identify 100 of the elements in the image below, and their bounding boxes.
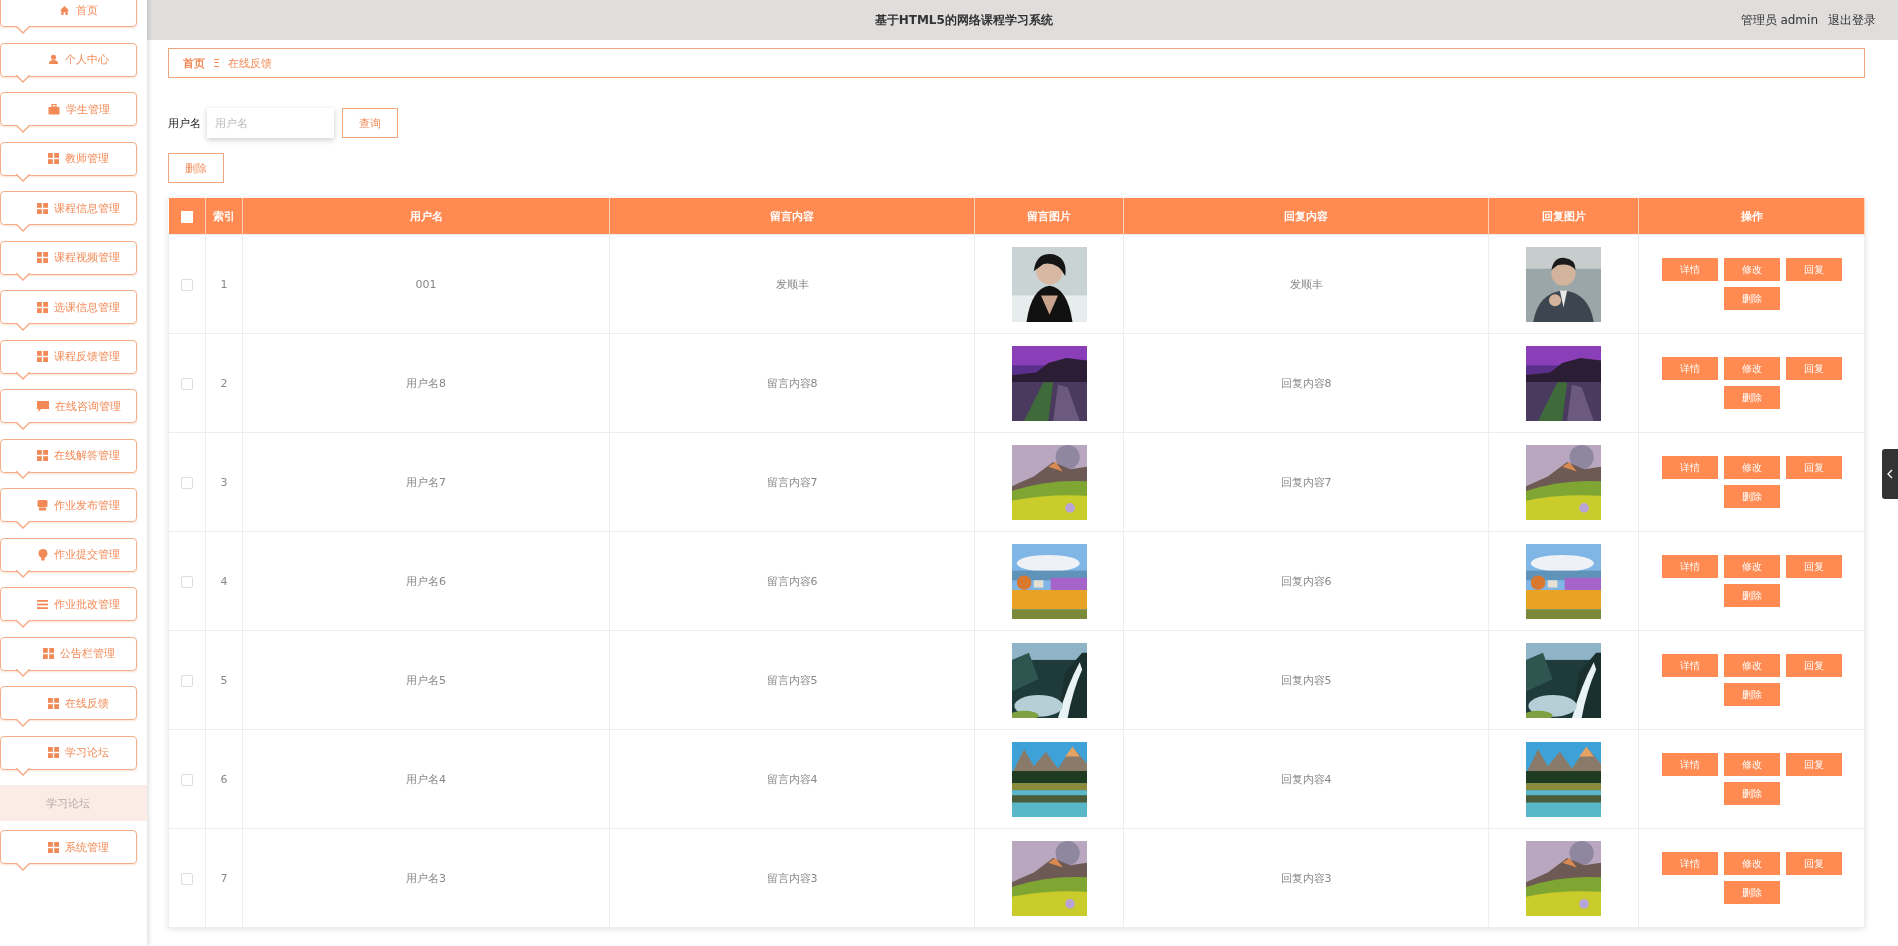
callout-pointer <box>16 25 30 34</box>
table-cell: 回复内容4 <box>1123 729 1489 829</box>
table-cell: 回复内容5 <box>1123 630 1489 730</box>
table-cell: 用户名7 <box>242 432 610 532</box>
action-button[interactable]: 回复 <box>1785 555 1842 578</box>
action-button[interactable]: 详情 <box>1661 258 1718 281</box>
table-cell: 留言内容6 <box>609 531 975 631</box>
search-label: 用户名 <box>168 115 201 131</box>
callout-pointer <box>16 372 30 380</box>
table-cell: 2 <box>205 333 243 433</box>
action-button[interactable]: 回复 <box>1785 357 1842 380</box>
action-button[interactable]: 详情 <box>1661 456 1718 479</box>
list-icon <box>37 599 48 609</box>
home-icon <box>59 4 70 16</box>
table-cell: 用户名6 <box>242 531 610 631</box>
action-button[interactable]: 修改 <box>1723 555 1780 578</box>
chat-icon <box>36 400 49 412</box>
row-checkbox[interactable] <box>181 773 193 786</box>
callout-pointer <box>16 471 30 479</box>
search-button[interactable]: 查询 <box>342 108 398 138</box>
table-cell: 回复内容7 <box>1123 432 1489 532</box>
callout-pointer <box>16 421 30 430</box>
callout-pointer <box>16 862 30 871</box>
grid-icon <box>37 351 48 362</box>
callout-pointer <box>16 75 30 83</box>
row-checkbox[interactable] <box>181 278 193 291</box>
table-cell: 发顺丰 <box>609 234 975 334</box>
callout-pointer <box>16 718 30 727</box>
action-button[interactable]: 回复 <box>1785 456 1842 479</box>
column-header: 索引 <box>205 198 243 235</box>
action-button[interactable]: 删除 <box>1723 683 1780 706</box>
monitor-icon <box>37 499 48 511</box>
column-header: 回复内容 <box>1123 198 1489 235</box>
table-cell: 5 <box>205 630 243 730</box>
action-button[interactable]: 删除 <box>1723 287 1780 310</box>
callout-pointer <box>16 669 30 677</box>
table-cell: 留言内容5 <box>609 630 975 730</box>
action-button[interactable]: 回复 <box>1785 852 1842 875</box>
table-cell: 发顺丰 <box>1123 234 1489 334</box>
table-cell: 4 <box>205 531 243 631</box>
action-button[interactable]: 删除 <box>1723 386 1780 409</box>
logout-link[interactable]: 退出登录 <box>1828 11 1876 29</box>
table-cell: 用户名3 <box>242 828 610 928</box>
bulb-icon <box>37 548 48 561</box>
action-button[interactable]: 详情 <box>1661 654 1718 677</box>
column-header: 留言图片 <box>974 198 1124 235</box>
table-cell: 用户名8 <box>242 333 610 433</box>
breadcrumb-current: 在线反馈 <box>227 55 272 71</box>
action-button[interactable]: 详情 <box>1661 357 1718 380</box>
table-cell: 3 <box>205 432 243 532</box>
action-button[interactable]: 回复 <box>1785 753 1842 776</box>
action-button[interactable]: 回复 <box>1785 258 1842 281</box>
grid-icon <box>37 450 48 461</box>
table-cell: 6 <box>205 729 243 829</box>
action-button[interactable]: 删除 <box>1723 584 1780 607</box>
action-button[interactable]: 修改 <box>1723 654 1780 677</box>
user-label: 管理员 admin <box>1740 11 1818 29</box>
action-button[interactable]: 删除 <box>1723 485 1780 508</box>
table-cell: 回复内容8 <box>1123 333 1489 433</box>
action-button[interactable]: 详情 <box>1661 555 1718 578</box>
column-header: 用户名 <box>242 198 610 235</box>
callout-pointer <box>16 223 30 232</box>
action-button[interactable]: 修改 <box>1723 852 1780 875</box>
callout-pointer <box>16 520 30 529</box>
sidebar-submenu-item[interactable]: 学习论坛 <box>0 785 147 821</box>
action-button[interactable]: 修改 <box>1723 456 1780 479</box>
action-button[interactable]: 详情 <box>1661 852 1718 875</box>
table-cell: 回复内容3 <box>1123 828 1489 928</box>
row-checkbox[interactable] <box>181 377 193 390</box>
table-cell: 回复内容6 <box>1123 531 1489 631</box>
row-checkbox[interactable] <box>181 476 193 489</box>
table-cell: 留言内容4 <box>609 729 975 829</box>
delete-button[interactable]: 删除 <box>168 153 224 183</box>
action-button[interactable]: 回复 <box>1785 654 1842 677</box>
briefcase-icon <box>47 103 60 115</box>
breadcrumb-link[interactable]: 首页 <box>183 55 205 71</box>
action-button[interactable]: 修改 <box>1723 258 1780 281</box>
grid-icon <box>48 747 59 758</box>
select-all-checkbox[interactable] <box>180 210 193 223</box>
app-title: 基于HTML5的网络课程学习系统 <box>873 11 1054 29</box>
row-checkbox[interactable] <box>181 674 193 687</box>
action-button[interactable]: 删除 <box>1723 881 1780 904</box>
grid-icon <box>48 697 59 709</box>
grid-icon <box>37 301 48 313</box>
action-button[interactable]: 修改 <box>1723 357 1780 380</box>
callout-pointer <box>16 570 30 578</box>
action-button[interactable]: 删除 <box>1723 782 1780 805</box>
callout-pointer <box>16 124 30 133</box>
table-cell: 用户名4 <box>242 729 610 829</box>
row-checkbox[interactable] <box>181 575 193 588</box>
table-cell: 1 <box>205 234 243 334</box>
action-button[interactable]: 详情 <box>1661 753 1718 776</box>
action-button[interactable]: 修改 <box>1723 753 1780 776</box>
collapse-handle[interactable] <box>1882 449 1898 499</box>
row-checkbox[interactable] <box>181 872 193 885</box>
breadcrumb-separator: Ξ <box>213 56 220 70</box>
grid-icon <box>37 202 48 214</box>
table-cell: 留言内容3 <box>609 828 975 928</box>
callout-pointer <box>16 619 30 628</box>
search-field[interactable]: 用户名 <box>207 108 334 138</box>
